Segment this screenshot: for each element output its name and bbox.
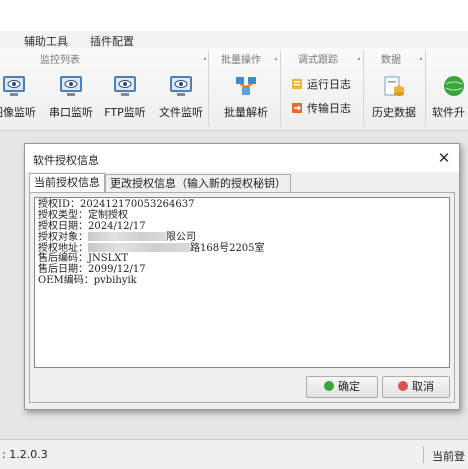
tab-change-license[interactable]: 更改授权信息（输入新的授权秘钥）	[105, 174, 291, 193]
software-upgrade-label: 软件升	[432, 106, 465, 119]
group-title-monitor: 监控列表	[40, 55, 80, 66]
auth-target-suffix: 限公司	[166, 232, 196, 244]
dialog-title: 软件授权信息	[33, 154, 99, 167]
batch-parse-icon	[236, 77, 256, 95]
group-divider	[363, 50, 364, 126]
transfer-log-icon	[292, 103, 302, 113]
file-monitor-button[interactable]: 文件监听	[155, 70, 207, 126]
tab-panel: 授权ID：202412170053264637 授权类型：定制授权 授权日期：2…	[29, 192, 455, 403]
redacted-region	[88, 243, 190, 253]
ok-button[interactable]: 确定	[306, 376, 378, 398]
monitor-eye-icon	[114, 76, 136, 96]
run-log-button[interactable]: 运行日志	[291, 76, 351, 94]
status-divider	[423, 446, 424, 463]
monitor-eye-icon	[60, 76, 82, 96]
menu-item-plugins[interactable]: 插件配置	[90, 33, 134, 49]
license-dialog: 软件授权信息 ✕ 当前授权信息 更改授权信息（输入新的授权秘钥） 授权ID：20…	[24, 143, 460, 410]
history-data-button[interactable]: 历史数据	[366, 70, 422, 126]
group-expand-icon[interactable]	[203, 57, 206, 60]
globe-upgrade-icon	[444, 76, 464, 96]
cancel-button[interactable]: 取消	[382, 376, 450, 398]
group-divider	[280, 50, 281, 126]
group-expand-icon[interactable]	[274, 57, 277, 60]
auth-target-prefix: 授权对象：	[38, 232, 88, 244]
ribbon-toolbar: 监控列表 批量操作 调式跟踪 数据 图像监听 串口监听 FTP监听	[0, 48, 468, 131]
tab-current-license[interactable]: 当前授权信息	[29, 173, 105, 194]
check-icon	[324, 381, 334, 391]
sales-date-line: 售后日期：2099/12/17	[38, 263, 146, 275]
history-data-label: 历史数据	[372, 106, 416, 119]
run-log-label: 运行日志	[307, 78, 351, 91]
auth-address-suffix: 路168号2205室	[190, 243, 265, 255]
software-upgrade-button[interactable]: 软件升	[430, 70, 468, 126]
auth-type-line: 授权类型：定制授权	[38, 209, 128, 221]
monitor-eye-icon	[3, 76, 25, 96]
group-expand-icon[interactable]	[419, 57, 422, 60]
serial-monitor-button[interactable]: 串口监听	[46, 70, 96, 126]
dialog-titlebar: 软件授权信息 ✕	[25, 144, 459, 172]
group-expand-icon[interactable]	[357, 57, 360, 60]
file-monitor-label: 文件监听	[159, 106, 203, 119]
transfer-log-button[interactable]: 传输日志	[291, 100, 351, 118]
transfer-log-label: 传输日志	[307, 102, 351, 115]
redacted-region	[88, 232, 166, 242]
image-monitor-label: 图像监听	[0, 106, 36, 119]
ftp-monitor-label: FTP监听	[104, 106, 146, 119]
current-login-text: 当前登	[432, 450, 465, 463]
history-data-icon	[384, 76, 404, 96]
group-title-debug: 调式跟踪	[298, 55, 338, 66]
batch-parse-label: 批量解析	[224, 106, 268, 119]
image-monitor-button[interactable]: 图像监听	[0, 70, 40, 126]
version-text: : 1.2.0.3	[2, 448, 48, 461]
status-bar: : 1.2.0.3 当前登	[0, 439, 468, 469]
group-title-data: 数据	[381, 55, 401, 66]
menu-item-tools[interactable]: 辅助工具	[24, 33, 68, 49]
menu-bar: 辅助工具 插件配置	[0, 31, 468, 48]
group-divider	[425, 50, 426, 126]
monitor-eye-icon	[170, 76, 192, 96]
log-icon	[292, 79, 302, 89]
ftp-monitor-button[interactable]: FTP监听	[100, 70, 150, 126]
auth-date-line: 授权日期：2024/12/17	[38, 220, 146, 232]
oem-code-line: OEM编码：pvbihyik	[38, 274, 137, 286]
group-divider	[208, 50, 209, 126]
cancel-label: 取消	[412, 380, 434, 393]
serial-monitor-label: 串口监听	[49, 106, 93, 119]
license-info-textbox[interactable]: 授权ID：202412170053264637 授权类型：定制授权 授权日期：2…	[34, 197, 450, 368]
title-area	[0, 0, 468, 31]
cancel-icon	[398, 381, 408, 391]
batch-parse-button[interactable]: 批量解析	[218, 70, 274, 126]
ok-label: 确定	[338, 380, 360, 393]
group-title-batch: 批量操作	[221, 55, 261, 66]
close-icon[interactable]: ✕	[433, 147, 455, 169]
